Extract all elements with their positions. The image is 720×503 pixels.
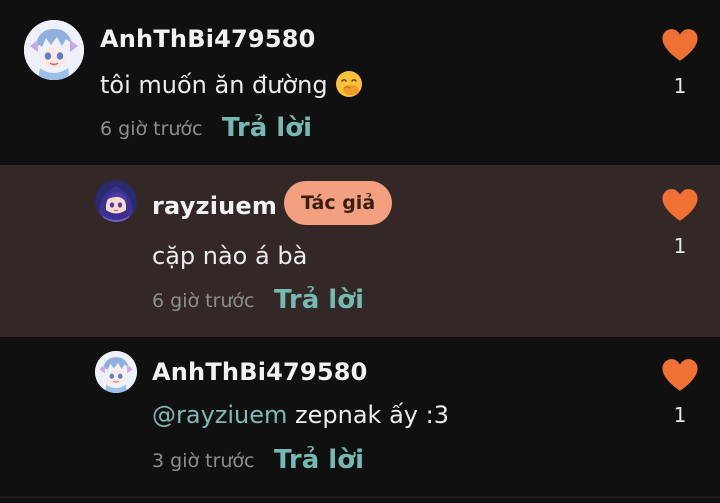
comment-item-highlighted: rayziuem Tác giả cặp nào á bà 6 giờ trướ… xyxy=(0,165,720,337)
timestamp: 3 giờ trước xyxy=(152,450,255,472)
chibi-avatar-icon xyxy=(95,351,137,393)
like-button[interactable] xyxy=(660,28,700,62)
heart-icon xyxy=(662,29,698,61)
username[interactable]: rayziuem xyxy=(152,192,277,220)
reply-button[interactable]: Trả lời xyxy=(222,113,312,143)
comment-item: AnhThBi479580 tôi muốn ăn đường 6 giờ tr… xyxy=(0,0,720,165)
anime-girl-avatar-icon xyxy=(95,180,137,222)
username[interactable]: AnhThBi479580 xyxy=(100,25,316,53)
like-button[interactable] xyxy=(660,358,700,392)
user-avatar[interactable] xyxy=(95,180,137,222)
heart-icon xyxy=(662,359,698,391)
like-count: 1 xyxy=(673,234,687,258)
comment-text: tôi muốn ăn đường xyxy=(100,69,364,105)
like-count: 1 xyxy=(673,403,687,427)
comment-body: tôi muốn ăn đường xyxy=(100,71,328,99)
user-avatar[interactable] xyxy=(95,351,137,393)
timestamp: 6 giờ trước xyxy=(100,118,203,140)
comment-item: AnhThBi479580 @rayziuem zepnak ấy :3 3 g… xyxy=(0,337,720,503)
like-count: 1 xyxy=(673,74,687,98)
username[interactable]: AnhThBi479580 xyxy=(152,358,368,386)
like-button[interactable] xyxy=(660,188,700,222)
author-badge: Tác giả xyxy=(284,181,393,225)
divider xyxy=(0,496,720,498)
comment-body: zepnak ấy :3 xyxy=(287,401,449,429)
comment-text: cặp nào á bà xyxy=(152,242,308,270)
comment-text: @rayziuem zepnak ấy :3 xyxy=(152,401,449,429)
mention-link[interactable]: @rayziuem xyxy=(152,401,287,429)
reply-button[interactable]: Trả lời xyxy=(274,285,364,315)
hand-over-mouth-emoji xyxy=(334,69,364,105)
reply-button[interactable]: Trả lời xyxy=(274,445,364,475)
user-avatar[interactable] xyxy=(24,20,84,80)
timestamp: 6 giờ trước xyxy=(152,290,255,312)
heart-icon xyxy=(662,189,698,221)
chibi-avatar-icon xyxy=(24,20,84,80)
